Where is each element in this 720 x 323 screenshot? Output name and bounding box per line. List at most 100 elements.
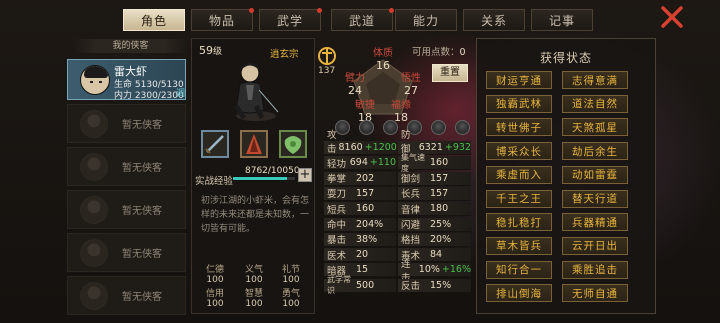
virtue-name: 义气 <box>244 265 263 275</box>
stat-wuxing: 悟性 27 <box>400 69 422 97</box>
state-label: 云开日出 <box>572 240 618 253</box>
notification-dot <box>389 8 394 13</box>
tab-6[interactable]: 记事 <box>531 9 593 31</box>
virtue: 仁德 100 <box>204 262 226 285</box>
stat-value: 10% <box>418 264 440 276</box>
state-badge[interactable]: 劫后余生 <box>562 142 628 161</box>
state-badge[interactable]: 独霸武林 <box>486 94 552 113</box>
points: 可用点数：0 <box>412 44 466 58</box>
state-badge[interactable]: 天煞孤星 <box>562 118 628 137</box>
points-value: 0 <box>459 47 466 58</box>
bio-text: 初涉江湖的小虾米，会有怎样的未来还都是未知数，一切皆有可能。 <box>201 196 310 234</box>
state-label: 劫后余生 <box>572 145 618 158</box>
mp-label: 内力 <box>114 91 133 101</box>
empty-avatar-icon <box>80 152 108 181</box>
state-badge[interactable]: 知行合一 <box>486 260 552 279</box>
state-badge[interactable]: 乘虚而入 <box>486 165 552 184</box>
state-badge[interactable]: 千王之王 <box>486 189 552 208</box>
state-badge[interactable]: 财运亨通 <box>486 71 552 89</box>
ring-slot[interactable] <box>455 120 470 135</box>
empty-slot[interactable]: 暂无侠客 <box>67 147 186 186</box>
tab-label: 关系 <box>480 13 507 28</box>
stat-value: 694 <box>349 157 368 169</box>
state-badge[interactable]: 替天行道 <box>562 189 628 208</box>
state-label: 草木皆兵 <box>496 240 542 253</box>
tab-0[interactable]: 角色 <box>123 9 185 31</box>
armor-slot[interactable] <box>240 130 268 158</box>
stat-key: 御剑 <box>401 174 421 186</box>
state-badge[interactable]: 动如雷霆 <box>562 165 628 184</box>
ring-slot[interactable] <box>431 120 446 135</box>
stat-row: 反击 15% <box>398 278 471 293</box>
stat-value: 16 <box>376 59 390 72</box>
stat-tizhi: 体质 16 <box>372 44 394 72</box>
empty-slot[interactable]: 暂无侠客 <box>67 190 186 229</box>
empty-slot-label: 暂无侠客 <box>122 120 162 131</box>
ring-slot[interactable] <box>335 120 350 135</box>
stat-row: 集气速度 160 <box>398 153 471 173</box>
state-badge[interactable]: 转世佛子 <box>486 118 552 137</box>
stat-row: 音律 180 <box>398 202 471 217</box>
stat-bonus: +1200 <box>364 142 397 153</box>
tab-1[interactable]: 物品 <box>191 8 254 31</box>
virtue-value: 100 <box>282 275 300 285</box>
ring-slot[interactable] <box>383 120 398 135</box>
tab-5[interactable]: 关系 <box>463 9 525 31</box>
stat-key: 格挡 <box>401 235 421 247</box>
empty-slot-label: 暂无侠客 <box>122 249 162 260</box>
state-badge[interactable]: 乘胜追击 <box>562 260 628 279</box>
add-exp-button[interactable]: + <box>298 168 312 182</box>
state-badge[interactable]: 兵器精通 <box>562 213 628 232</box>
stat-value: 157 <box>430 187 449 199</box>
stat-row: 攻击力8160+1200 <box>324 130 397 169</box>
roster-header: 我的侠客 <box>73 39 188 53</box>
state-badge[interactable]: 云开日出 <box>562 236 628 255</box>
state-label: 道法自然 <box>572 98 618 111</box>
state-label: 财运亨通 <box>496 74 542 87</box>
virtue-value: 100 <box>206 299 224 309</box>
weapon-slot[interactable] <box>201 130 229 158</box>
state-badge[interactable]: 无师自通 <box>562 284 628 303</box>
state-badge[interactable]: 稳扎稳打 <box>486 213 552 232</box>
empty-slot[interactable]: 暂无侠客 <box>67 276 186 315</box>
tab-2[interactable]: 武学 <box>259 8 322 31</box>
stat-value: 160 <box>356 203 375 215</box>
virtue-value: 100 <box>245 275 263 285</box>
tab-3[interactable]: 武道 <box>331 8 394 31</box>
accessory-slot[interactable] <box>279 130 307 158</box>
exp-label: 实战经验 <box>195 176 234 187</box>
empty-avatar-icon <box>80 109 108 138</box>
state-badge[interactable]: 草木皆兵 <box>486 236 552 255</box>
sect-name: 逍玄宗 <box>270 49 299 60</box>
ring-slot[interactable] <box>359 120 374 135</box>
stat-row: 短兵 160 <box>324 202 396 217</box>
stat-row: 耍刀 157 <box>324 186 396 201</box>
stat-bonus: +110 <box>369 157 396 169</box>
stat-name: 臂力 <box>345 73 365 84</box>
hero-tag: 调 <box>176 89 186 99</box>
close-icon[interactable] <box>660 5 684 29</box>
stat-key: 长兵 <box>401 189 421 201</box>
stat-value: 204% <box>356 218 384 230</box>
virtue-name: 礼节 <box>281 265 300 275</box>
tab-label: 物品 <box>208 13 235 28</box>
state-badge[interactable]: 志得意满 <box>562 71 628 89</box>
state-label: 乘虚而入 <box>496 169 542 182</box>
state-badge[interactable]: 博采众长 <box>486 142 552 161</box>
level: 59级 <box>199 44 222 57</box>
stat-value: 15 <box>356 264 369 276</box>
stat-name: 体质 <box>373 48 393 59</box>
stat-row: 医术 20 <box>324 248 396 263</box>
state-badge[interactable]: 排山倒海 <box>486 284 552 303</box>
hero-card[interactable]: 雷大虾 生命 5130/5130 内力 2300/2300 调 <box>67 59 186 101</box>
state-badge[interactable]: 道法自然 <box>562 94 628 113</box>
empty-slot[interactable]: 暂无侠客 <box>67 233 186 272</box>
stat-row: 闪避 25% <box>398 217 471 232</box>
reset-button[interactable]: 重置 <box>432 64 468 82</box>
empty-slot[interactable]: 暂无侠客 <box>67 104 186 143</box>
stat-row: 暴击 38% <box>324 232 396 247</box>
tab-4[interactable]: 能力 <box>395 9 457 31</box>
stat-row: 命中 204% <box>324 217 396 232</box>
state-label: 兵器精通 <box>572 216 618 229</box>
avatar <box>80 65 110 95</box>
